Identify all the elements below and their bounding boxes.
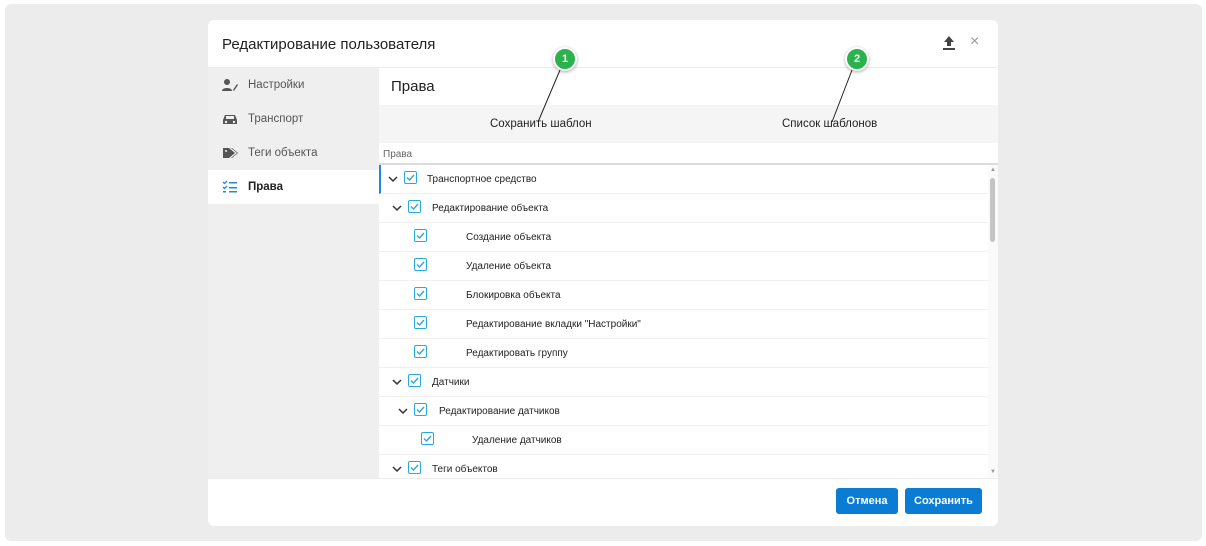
sidebar-item-label: Теги объекта xyxy=(248,147,318,159)
checkbox[interactable] xyxy=(414,229,427,242)
tree-row[interactable]: Создание объекта xyxy=(379,223,988,252)
save-button[interactable]: Сохранить xyxy=(905,488,982,514)
checkbox[interactable] xyxy=(414,403,427,416)
save-template-button[interactable]: Сохранить шаблон xyxy=(490,118,592,130)
checkbox[interactable] xyxy=(408,461,421,474)
sidebar-item-label: Права xyxy=(248,181,283,193)
user-edit-icon xyxy=(222,78,238,92)
dialog-title: Редактирование пользователя xyxy=(222,36,436,53)
tree-row[interactable]: Теги объектов xyxy=(379,455,988,477)
tree-row-label: Транспортное средство xyxy=(427,174,537,185)
sidebar: Настройки Транспорт Теги объекта Права xyxy=(208,68,379,478)
tree-row[interactable]: Удаление датчиков xyxy=(379,426,988,455)
cancel-button[interactable]: Отмена xyxy=(836,488,898,514)
checkbox[interactable] xyxy=(408,200,421,213)
tree-row-label: Создание объекта xyxy=(466,232,552,243)
sidebar-item-label: Транспорт xyxy=(248,113,304,125)
chevron-down-icon[interactable] xyxy=(391,202,403,214)
chevron-down-icon[interactable] xyxy=(387,173,399,185)
chevron-down-icon[interactable] xyxy=(391,463,403,475)
rights-tree: Транспортное средство Редактирование объ… xyxy=(379,165,988,477)
tree-row[interactable]: Редактирование вкладки "Настройки" xyxy=(379,310,988,339)
checkbox[interactable] xyxy=(414,316,427,329)
tree-row[interactable]: Блокировка объекта xyxy=(379,281,988,310)
callout-badge-1: 1 xyxy=(553,47,577,71)
scrollbar-thumb[interactable] xyxy=(990,178,995,242)
tree-row-label: Блокировка объекта xyxy=(466,290,561,301)
tree-row[interactable]: Датчики xyxy=(379,368,988,397)
checklist-icon xyxy=(222,180,238,194)
tree-row-label: Редактирование датчиков xyxy=(439,406,560,417)
checkbox[interactable] xyxy=(421,432,434,445)
tree-row[interactable]: Транспортное средство xyxy=(379,165,988,194)
dialog-footer: Отмена Сохранить xyxy=(208,478,998,526)
column-header-label: Права xyxy=(383,149,413,160)
chevron-down-icon[interactable] xyxy=(397,405,409,417)
tree-row-label: Редактировать группу xyxy=(466,348,568,359)
callout-badge-2: 2 xyxy=(845,47,869,71)
checkbox[interactable] xyxy=(408,374,421,387)
checkbox[interactable] xyxy=(414,287,427,300)
tree-row[interactable]: Редактировать группу xyxy=(379,339,988,368)
sidebar-item-settings[interactable]: Настройки xyxy=(208,68,379,102)
car-icon xyxy=(222,112,238,126)
section-title: Права xyxy=(391,78,435,95)
tags-icon xyxy=(222,146,238,160)
dialog-header: Редактирование пользователя × xyxy=(208,20,998,68)
tree-row-label: Удаление объекта xyxy=(466,261,552,272)
chevron-down-icon[interactable] xyxy=(391,376,403,388)
tree-row-label: Редактирование вкладки "Настройки" xyxy=(466,319,641,330)
tree-row[interactable]: Редактирование датчиков xyxy=(379,397,988,426)
sidebar-item-label: Настройки xyxy=(248,79,305,91)
edit-user-dialog: Редактирование пользователя × Настройки xyxy=(208,20,998,526)
tree-row-label: Удаление датчиков xyxy=(472,435,562,446)
tree-row-label: Теги объектов xyxy=(432,464,498,475)
tree-row[interactable]: Удаление объекта xyxy=(379,252,988,281)
sidebar-item-rights[interactable]: Права xyxy=(208,170,379,204)
sidebar-item-object-tags[interactable]: Теги объекта xyxy=(208,136,379,170)
templates-toolbar: Сохранить шаблон Список шаблонов xyxy=(379,105,998,143)
rights-column-header: Права xyxy=(379,143,998,165)
checkbox[interactable] xyxy=(414,345,427,358)
sidebar-item-transport[interactable]: Транспорт xyxy=(208,102,379,136)
template-list-button[interactable]: Список шаблонов xyxy=(782,118,877,130)
checkbox[interactable] xyxy=(414,258,427,271)
tree-row-label: Редактирование объекта xyxy=(432,203,549,214)
tree-scrollbar[interactable]: ▲ ▼ xyxy=(988,165,998,477)
tree-row-label: Датчики xyxy=(432,377,470,388)
upload-icon[interactable] xyxy=(941,35,957,51)
checkbox[interactable] xyxy=(404,171,417,184)
close-button[interactable]: × xyxy=(970,33,979,51)
tree-row[interactable]: Редактирование объекта xyxy=(379,194,988,223)
scroll-up-icon[interactable]: ▲ xyxy=(990,167,996,173)
scroll-down-icon[interactable]: ▼ xyxy=(990,469,996,475)
